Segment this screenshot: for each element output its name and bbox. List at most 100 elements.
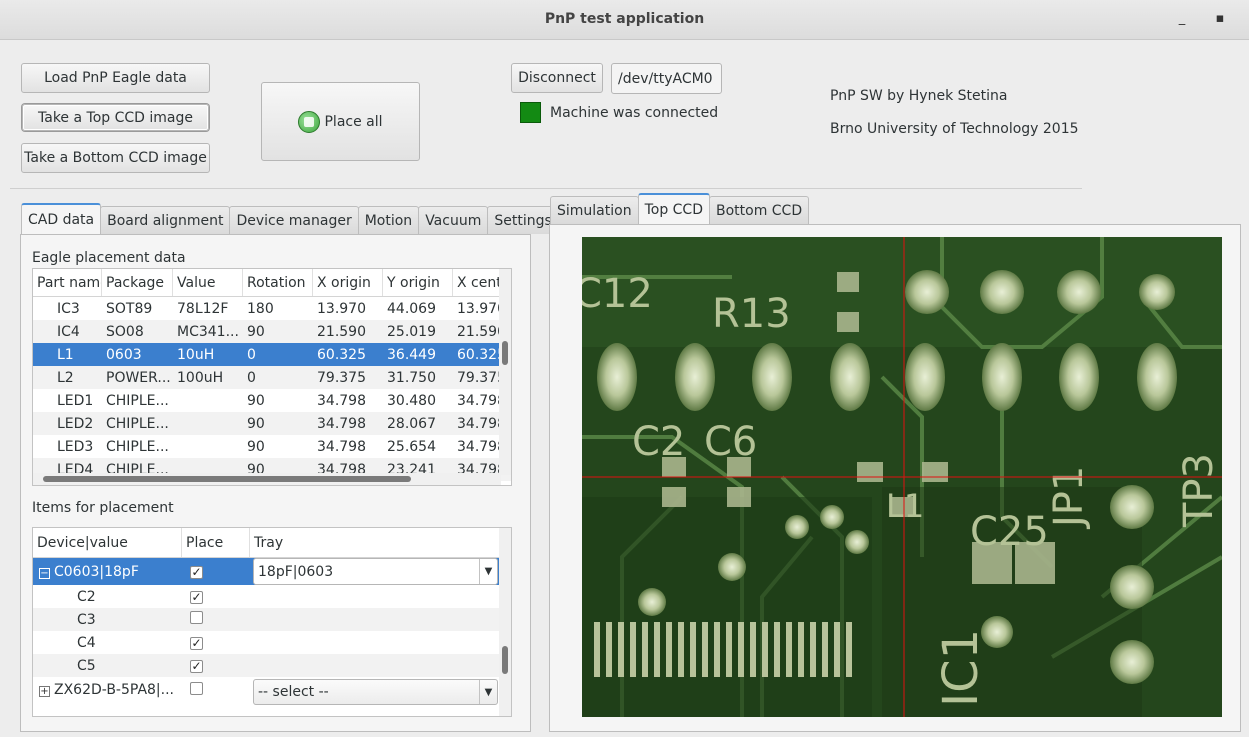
eagle-col-header[interactable]: Y origin xyxy=(383,269,453,296)
place-all-button[interactable]: Place all xyxy=(261,82,420,161)
place-checkbox[interactable]: ✓ xyxy=(190,636,203,650)
table-cell: 79.375 xyxy=(457,369,503,386)
top-ccd-image[interactable]: C12 R13 C2 C6 L1 C25 JP1 IC1 TP3 xyxy=(582,237,1222,717)
table-cell: LED2 xyxy=(57,415,94,432)
table-cell: CHIPLE... xyxy=(106,415,169,432)
tab-motion[interactable]: Motion xyxy=(357,206,420,234)
eagle-horizontal-scrollbar[interactable] xyxy=(33,473,501,485)
minimize-icon[interactable]: _ xyxy=(1171,8,1193,30)
chevron-down-icon: ▼ xyxy=(479,559,497,584)
place-checkbox[interactable] xyxy=(190,611,203,624)
table-cell: 34.798 xyxy=(457,415,503,432)
disconnect-button[interactable]: Disconnect xyxy=(511,63,603,93)
silk-label: C6 xyxy=(704,419,757,465)
placement-section-label: Items for placement xyxy=(32,500,174,516)
placement-child-row[interactable]: C2 ✓ xyxy=(33,585,511,608)
table-cell: MC341... xyxy=(177,323,239,340)
eagle-col-header[interactable]: Value xyxy=(173,269,243,296)
table-row[interactable]: LED1 CHIPLE... 90 34.798 30.480 34.798 xyxy=(33,389,511,412)
place-checkbox[interactable]: ✓ xyxy=(190,565,203,579)
silk-label: IC1 xyxy=(933,629,989,707)
chevron-down-icon: ▼ xyxy=(479,680,497,704)
child-name: C4 xyxy=(77,634,96,651)
table-cell: 180 xyxy=(247,300,274,317)
take-top-ccd-button[interactable]: Take a Top CCD image xyxy=(22,104,209,131)
tray-select[interactable]: 18pF|0603 ▼ xyxy=(253,558,498,585)
eagle-vertical-scrollbar[interactable] xyxy=(499,269,511,475)
eagle-col-header[interactable]: X cent xyxy=(453,269,503,296)
group-label: C0603|18pF xyxy=(54,563,139,580)
table-cell: POWER... xyxy=(106,369,171,386)
eagle-table-header: Part name Package Value Rotation X origin Y o… xyxy=(33,269,511,297)
table-cell: 44.069 xyxy=(387,300,436,317)
place-all-label: Place all xyxy=(324,113,383,130)
table-row[interactable]: LED3 CHIPLE... 90 34.798 25.654 34.798 xyxy=(33,435,511,458)
tray-select-value: -- select -- xyxy=(258,684,329,700)
table-cell: 25.019 xyxy=(387,323,436,340)
expand-icon[interactable]: + xyxy=(39,686,50,697)
maximize-icon[interactable]: ▪ xyxy=(1209,8,1231,30)
table-cell: LED3 xyxy=(57,438,94,455)
table-cell: 79.375 xyxy=(317,369,366,386)
table-cell: 28.067 xyxy=(387,415,436,432)
placement-child-row[interactable]: C5 ✓ xyxy=(33,654,511,677)
credit-author: PnP SW by Hynek Stetina xyxy=(830,88,1008,104)
table-cell: 13.970 xyxy=(317,300,366,317)
placement-child-row[interactable]: C4 ✓ xyxy=(33,631,511,654)
table-cell: 25.654 xyxy=(387,438,436,455)
placement-child-row[interactable]: C3 xyxy=(33,608,511,631)
child-name: C5 xyxy=(77,657,96,674)
table-row[interactable]: L1 0603 10uH 0 60.325 36.449 60.325 xyxy=(33,343,511,366)
tab-vacuum[interactable]: Vacuum xyxy=(418,206,489,234)
table-row[interactable]: L2 POWER... 100uH 0 79.375 31.750 79.375 xyxy=(33,366,511,389)
table-cell: 34.798 xyxy=(317,438,366,455)
table-cell: 21.590 xyxy=(457,323,503,340)
credit-institution: Brno University of Technology 2015 xyxy=(830,121,1079,137)
eagle-col-header[interactable]: Package xyxy=(102,269,173,296)
right-tabbar: Simulation Top CCD Bottom CCD xyxy=(550,193,810,224)
separator xyxy=(10,188,1082,189)
table-cell: IC4 xyxy=(57,323,80,340)
table-row[interactable]: LED2 CHIPLE... 90 34.798 28.067 34.798 xyxy=(33,412,511,435)
left-tabbar: CAD data Board alignment Device manager … xyxy=(21,203,559,234)
eagle-col-header[interactable]: Part name xyxy=(33,269,102,296)
table-cell: 60.325 xyxy=(317,346,366,363)
tray-select-value: 18pF|0603 xyxy=(258,563,334,580)
eagle-col-header[interactable]: Rotation xyxy=(243,269,313,296)
tray-select[interactable]: -- select -- ▼ xyxy=(253,679,498,705)
tab-bottom-ccd[interactable]: Bottom CCD xyxy=(708,196,810,224)
title-bar: PnP test application _ ▪ xyxy=(0,0,1249,40)
table-row[interactable]: IC4 SO08 MC341... 90 21.590 25.019 21.590 xyxy=(33,320,511,343)
eagle-hscroll-thumb[interactable] xyxy=(43,476,411,482)
col-tray[interactable]: Tray xyxy=(250,528,500,557)
take-bottom-ccd-button[interactable]: Take a Bottom CCD image xyxy=(21,143,210,173)
table-cell: 90 xyxy=(247,415,265,432)
place-checkbox[interactable] xyxy=(190,681,203,695)
tab-board-alignment[interactable]: Board alignment xyxy=(100,206,231,234)
table-cell: 13.970 xyxy=(457,300,503,317)
child-name: C2 xyxy=(77,588,96,605)
tab-top-ccd[interactable]: Top CCD xyxy=(637,193,710,224)
serial-port-field[interactable]: /dev/ttyACM0 xyxy=(611,63,722,94)
eagle-vscroll-thumb[interactable] xyxy=(502,341,508,365)
tab-device-manager[interactable]: Device manager xyxy=(229,206,359,234)
table-cell: 90 xyxy=(247,323,265,340)
eagle-col-header[interactable]: X origin xyxy=(313,269,383,296)
eagle-placement-table[interactable]: Part name Package Value Rotation X origin Y o… xyxy=(32,268,512,486)
table-cell: 0 xyxy=(247,346,256,363)
placement-vscroll-thumb[interactable] xyxy=(502,646,508,674)
load-eagle-button[interactable]: Load PnP Eagle data xyxy=(21,63,210,93)
col-device-value[interactable]: Device|value xyxy=(33,528,182,557)
connection-status-text: Machine was connected xyxy=(550,105,719,121)
tab-cad-data[interactable]: CAD data xyxy=(21,203,102,234)
table-row[interactable]: IC3 SOT89 78L12F 180 13.970 44.069 13.970 xyxy=(33,297,511,320)
silk-label: R13 xyxy=(712,291,791,337)
table-cell: L2 xyxy=(57,369,74,386)
place-checkbox[interactable]: ✓ xyxy=(190,590,203,604)
collapse-icon[interactable]: − xyxy=(39,567,50,579)
col-place[interactable]: Place xyxy=(182,528,250,557)
placement-vertical-scrollbar[interactable] xyxy=(499,528,511,716)
place-checkbox[interactable]: ✓ xyxy=(190,659,203,673)
tab-simulation[interactable]: Simulation xyxy=(550,196,639,224)
table-cell: CHIPLE... xyxy=(106,438,169,455)
